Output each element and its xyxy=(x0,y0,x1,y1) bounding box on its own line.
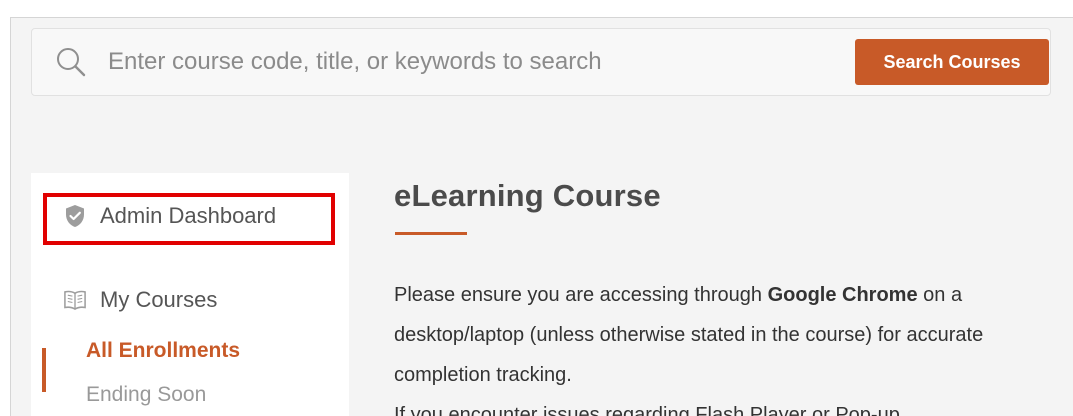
title-accent-rule xyxy=(395,232,467,235)
sidebar-subitem-all-enrollments[interactable]: All Enrollments xyxy=(86,339,240,363)
sidebar-item-admin-dashboard[interactable]: Admin Dashboard xyxy=(63,200,276,232)
instruction-browser-name: Google Chrome xyxy=(767,284,918,306)
instruction-text-before-browser: Please ensure you are accessing through xyxy=(394,284,768,306)
shield-check-icon xyxy=(63,204,87,228)
search-icon xyxy=(56,47,86,77)
page-title: eLearning Course xyxy=(394,178,661,213)
book-icon xyxy=(63,288,87,312)
sidebar-subitem-ending-soon[interactable]: Ending Soon xyxy=(86,383,206,407)
sidebar-item-admin-dashboard-label: Admin Dashboard xyxy=(100,203,277,228)
course-instructions: Please ensure you are accessing through … xyxy=(394,275,1059,416)
search-bar: Search Courses xyxy=(31,28,1051,96)
sidebar-item-my-courses-label: My Courses xyxy=(100,287,218,312)
instruction-paragraph-1: Please ensure you are accessing through … xyxy=(394,275,1059,395)
search-courses-button[interactable]: Search Courses xyxy=(855,39,1049,85)
sidebar: Admin Dashboard My Courses xyxy=(31,173,349,416)
instruction-paragraph-2: If you encounter issues regarding Flash … xyxy=(394,404,900,416)
app-frame: Search Courses Admin Dashboard xyxy=(10,17,1073,416)
active-nav-indicator xyxy=(42,348,46,392)
sidebar-item-my-courses[interactable]: My Courses xyxy=(63,284,217,316)
search-input[interactable] xyxy=(108,45,828,79)
